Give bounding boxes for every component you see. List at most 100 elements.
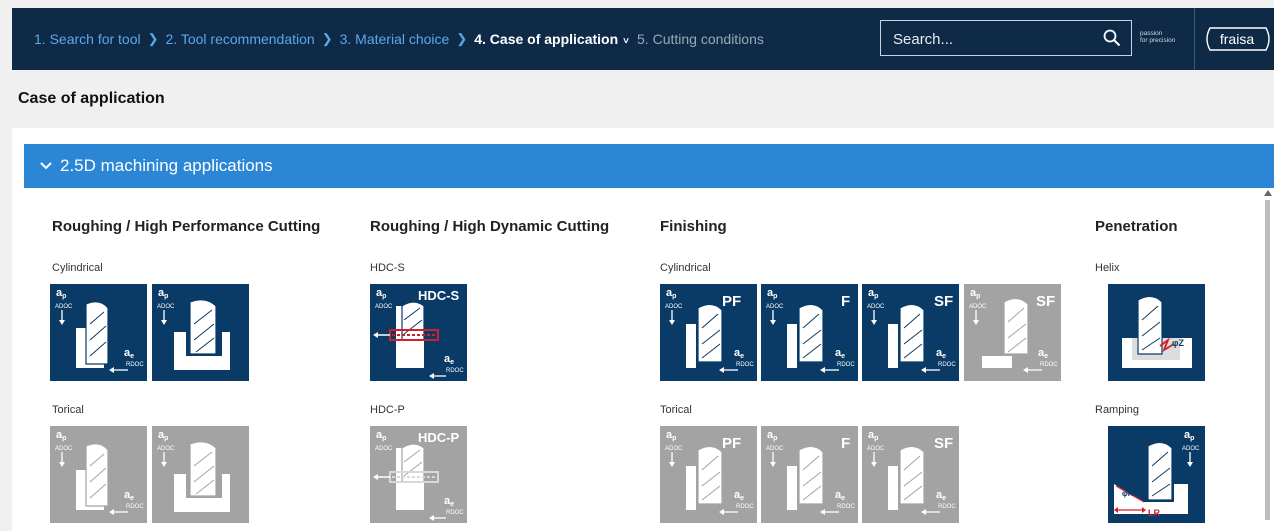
tile-finishing-torical-sf[interactable]: SF ap ADOC ae RDOC [862, 426, 959, 523]
tile-finishing-cylindrical-sf-floor[interactable]: SF ap ADOC ae RDOC [964, 284, 1061, 381]
breadcrumb-step-material-choice[interactable]: 3. Material choice [340, 31, 450, 47]
svg-text:ADOC: ADOC [1182, 446, 1200, 452]
svg-text:φZ: φZ [1172, 338, 1184, 348]
breadcrumb-separator-icon: ❯ [147, 31, 159, 46]
hpc-cylindrical-slot-icon: ap ADOC ae RDOC [50, 284, 147, 381]
subgroup-label-ramping: Ramping [1095, 404, 1140, 416]
hpc-torical-slot-icon: ap ADOC ae RDOC [50, 426, 147, 523]
svg-text:F: F [841, 293, 850, 310]
svg-text:RDOC: RDOC [126, 362, 144, 368]
svg-text:F: F [841, 435, 850, 452]
svg-text:ADOC: ADOC [55, 446, 73, 452]
svg-text:RDOC: RDOC [126, 504, 144, 510]
svg-text:LR: LR [1148, 508, 1160, 518]
svg-text:RDOC: RDOC [446, 368, 464, 374]
svg-text:ADOC: ADOC [766, 446, 784, 452]
hpc-torical-side-icon: ap ADOC [152, 426, 249, 523]
tile-finishing-cylindrical-pf[interactable]: PF ap ADOC ae RDOC [660, 284, 757, 381]
tile-finishing-cylindrical-f[interactable]: F ap ADOC ae RDOC [761, 284, 858, 381]
column-title: Finishing [660, 218, 727, 235]
tile-finishing-cylindrical-sf[interactable]: SF ap ADOC ae RDOC [862, 284, 959, 381]
chevron-down-icon [40, 162, 52, 170]
breadcrumb-separator-icon: ❯ [321, 31, 333, 46]
breadcrumb-step-cutting-conditions[interactable]: 5. Cutting conditions [637, 31, 764, 47]
penetration-ramping-icon: φR LR ap ADOC [1108, 426, 1205, 523]
svg-text:HDC-P: HDC-P [418, 430, 459, 445]
tile-finishing-torical-pf[interactable]: PF ap ADOC ae RDOC [660, 426, 757, 523]
svg-text:ADOC: ADOC [157, 446, 175, 452]
breadcrumb-step-case-of-application[interactable]: 4. Case of application ˅ [474, 31, 629, 47]
section-toggle-2-5d-machining[interactable]: 2.5D machining applications [24, 144, 1274, 188]
logo-divider [1194, 8, 1195, 70]
svg-text:RDOC: RDOC [1040, 362, 1058, 368]
svg-text:ADOC: ADOC [375, 304, 393, 310]
column-roughing-hdc: Roughing / High Dynamic Cutting [370, 218, 609, 235]
finishing-pf-icon: PF ap ADOC ae RDOC [660, 284, 757, 381]
svg-text:ADOC: ADOC [375, 446, 393, 452]
svg-text:φR: φR [1122, 489, 1134, 498]
finishing-sf-icon: SF ap ADOC ae RDOC [862, 284, 959, 381]
svg-text:ADOC: ADOC [665, 304, 683, 310]
column-penetration: Penetration [1095, 218, 1178, 235]
search-icon[interactable] [1103, 29, 1121, 47]
svg-text:SF: SF [934, 293, 953, 310]
svg-text:PF: PF [722, 293, 741, 310]
svg-text:ADOC: ADOC [867, 304, 885, 310]
tile-hdc-s[interactable]: HDC-S ap ADOC ae RDOC [370, 284, 467, 381]
subgroup-label-cylindrical: Cylindrical [660, 262, 711, 274]
top-navigation-bar: 1. Search for tool ❯ 2. Tool recommendat… [12, 8, 1274, 70]
svg-text:ADOC: ADOC [766, 304, 784, 310]
subgroup-label-helix: Helix [1095, 262, 1120, 274]
page-title: Case of application [18, 90, 165, 107]
breadcrumb-step-label: 4. Case of application [474, 31, 619, 47]
column-title: Roughing / High Performance Cutting [52, 218, 321, 235]
subgroup-label-cylindrical: Cylindrical [52, 262, 103, 274]
svg-text:RDOC: RDOC [938, 362, 956, 368]
tile-hpc-cylindrical-slot[interactable]: ap ADOC ae RDOC [50, 284, 147, 381]
finishing-sf-floor-icon: SF ap ADOC ae RDOC [964, 284, 1061, 381]
svg-text:ADOC: ADOC [969, 304, 987, 310]
fraisa-logo[interactable]: fraisa [1202, 24, 1272, 54]
subgroup-label-hdc-p: HDC-P [370, 404, 405, 416]
scrollbar-thumb[interactable] [1265, 200, 1270, 520]
tile-finishing-torical-f[interactable]: F ap ADOC ae RDOC [761, 426, 858, 523]
search-input[interactable] [891, 27, 1095, 51]
svg-text:RDOC: RDOC [736, 504, 754, 510]
svg-text:RDOC: RDOC [837, 362, 855, 368]
tagline-line-1: passion [1140, 30, 1163, 37]
svg-text:ADOC: ADOC [55, 304, 73, 310]
finishing-torical-f-icon: F ap ADOC ae RDOC [761, 426, 858, 523]
brand-tagline: passion for precision [1140, 30, 1175, 44]
subgroup-label-hdc-s: HDC-S [370, 262, 405, 274]
breadcrumb-step-tool-recommendation[interactable]: 2. Tool recommendation [166, 31, 315, 47]
svg-text:HDC-S: HDC-S [418, 288, 459, 303]
logo-text: fraisa [1220, 31, 1254, 47]
column-title: Roughing / High Dynamic Cutting [370, 218, 610, 235]
hdc-s-icon: HDC-S ap ADOC ae RDOC [370, 284, 467, 381]
tile-hdc-p[interactable]: HDC-P ap ADOC ae RDOC [370, 426, 467, 523]
svg-text:ADOC: ADOC [157, 304, 175, 310]
column-roughing-hpc: Roughing / High Performance Cutting [52, 218, 320, 235]
tile-penetration-ramping[interactable]: φR LR ap ADOC [1108, 426, 1205, 523]
column-finishing: Finishing [660, 218, 727, 235]
svg-text:SF: SF [1036, 293, 1055, 310]
hpc-cylindrical-side-icon: ap ADOC [152, 284, 249, 381]
tagline-line-2: for precision [1140, 37, 1176, 44]
svg-text:SF: SF [934, 435, 953, 452]
vertical-scrollbar[interactable] [1264, 190, 1272, 531]
tile-penetration-helix[interactable]: φZ [1108, 284, 1205, 381]
content-panel: 2.5D machining applications Roughing / H… [12, 128, 1274, 531]
search-box [880, 20, 1132, 56]
section-title: 2.5D machining applications [60, 156, 273, 175]
finishing-torical-pf-icon: PF ap ADOC ae RDOC [660, 426, 757, 523]
svg-text:RDOC: RDOC [837, 504, 855, 510]
breadcrumb-step-search-for-tool[interactable]: 1. Search for tool [34, 31, 141, 47]
tile-hpc-torical-slot[interactable]: ap ADOC ae RDOC [50, 426, 147, 523]
svg-text:RDOC: RDOC [938, 504, 956, 510]
scroll-up-arrow-icon[interactable] [1264, 190, 1272, 196]
svg-text:RDOC: RDOC [446, 510, 464, 516]
tile-hpc-torical-side[interactable]: ap ADOC [152, 426, 249, 523]
tile-hpc-cylindrical-side[interactable]: ap ADOC [152, 284, 249, 381]
svg-text:ADOC: ADOC [867, 446, 885, 452]
column-title: Penetration [1095, 218, 1178, 235]
